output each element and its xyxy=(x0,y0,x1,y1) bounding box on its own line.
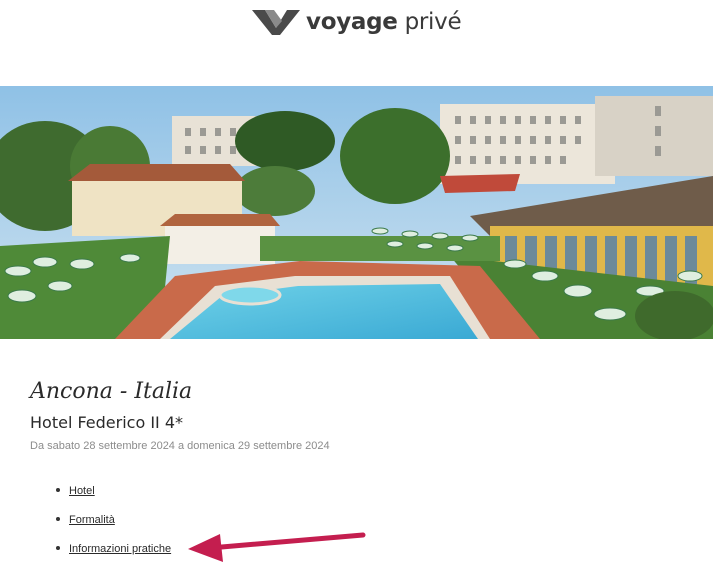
bullet xyxy=(56,546,60,551)
hero-image xyxy=(0,86,713,339)
bullet xyxy=(56,488,60,493)
logo-text-light: privé xyxy=(404,9,462,35)
link-formalita[interactable]: Formalità xyxy=(69,514,115,526)
destination-title: Ancona - Italia xyxy=(30,379,193,404)
link-hotel[interactable]: Hotel xyxy=(69,485,95,497)
link-item-hotel: Hotel xyxy=(56,485,95,497)
link-item-informazioni-pratiche: Informazioni pratiche xyxy=(56,543,171,555)
voyage-prive-logo-icon xyxy=(252,10,300,35)
bullet xyxy=(56,517,60,522)
link-informazioni-pratiche[interactable]: Informazioni pratiche xyxy=(69,543,171,555)
logo-text-bold: voyage xyxy=(306,9,398,35)
hotel-name: Hotel Federico II 4* xyxy=(30,413,184,432)
link-item-formalita: Formalità xyxy=(56,514,115,526)
logo-text: voyage privé xyxy=(306,9,462,35)
pointer-arrow-icon xyxy=(188,532,366,562)
stay-dates: Da sabato 28 settembre 2024 a domenica 2… xyxy=(30,440,330,452)
logo[interactable]: voyage privé xyxy=(252,5,462,39)
